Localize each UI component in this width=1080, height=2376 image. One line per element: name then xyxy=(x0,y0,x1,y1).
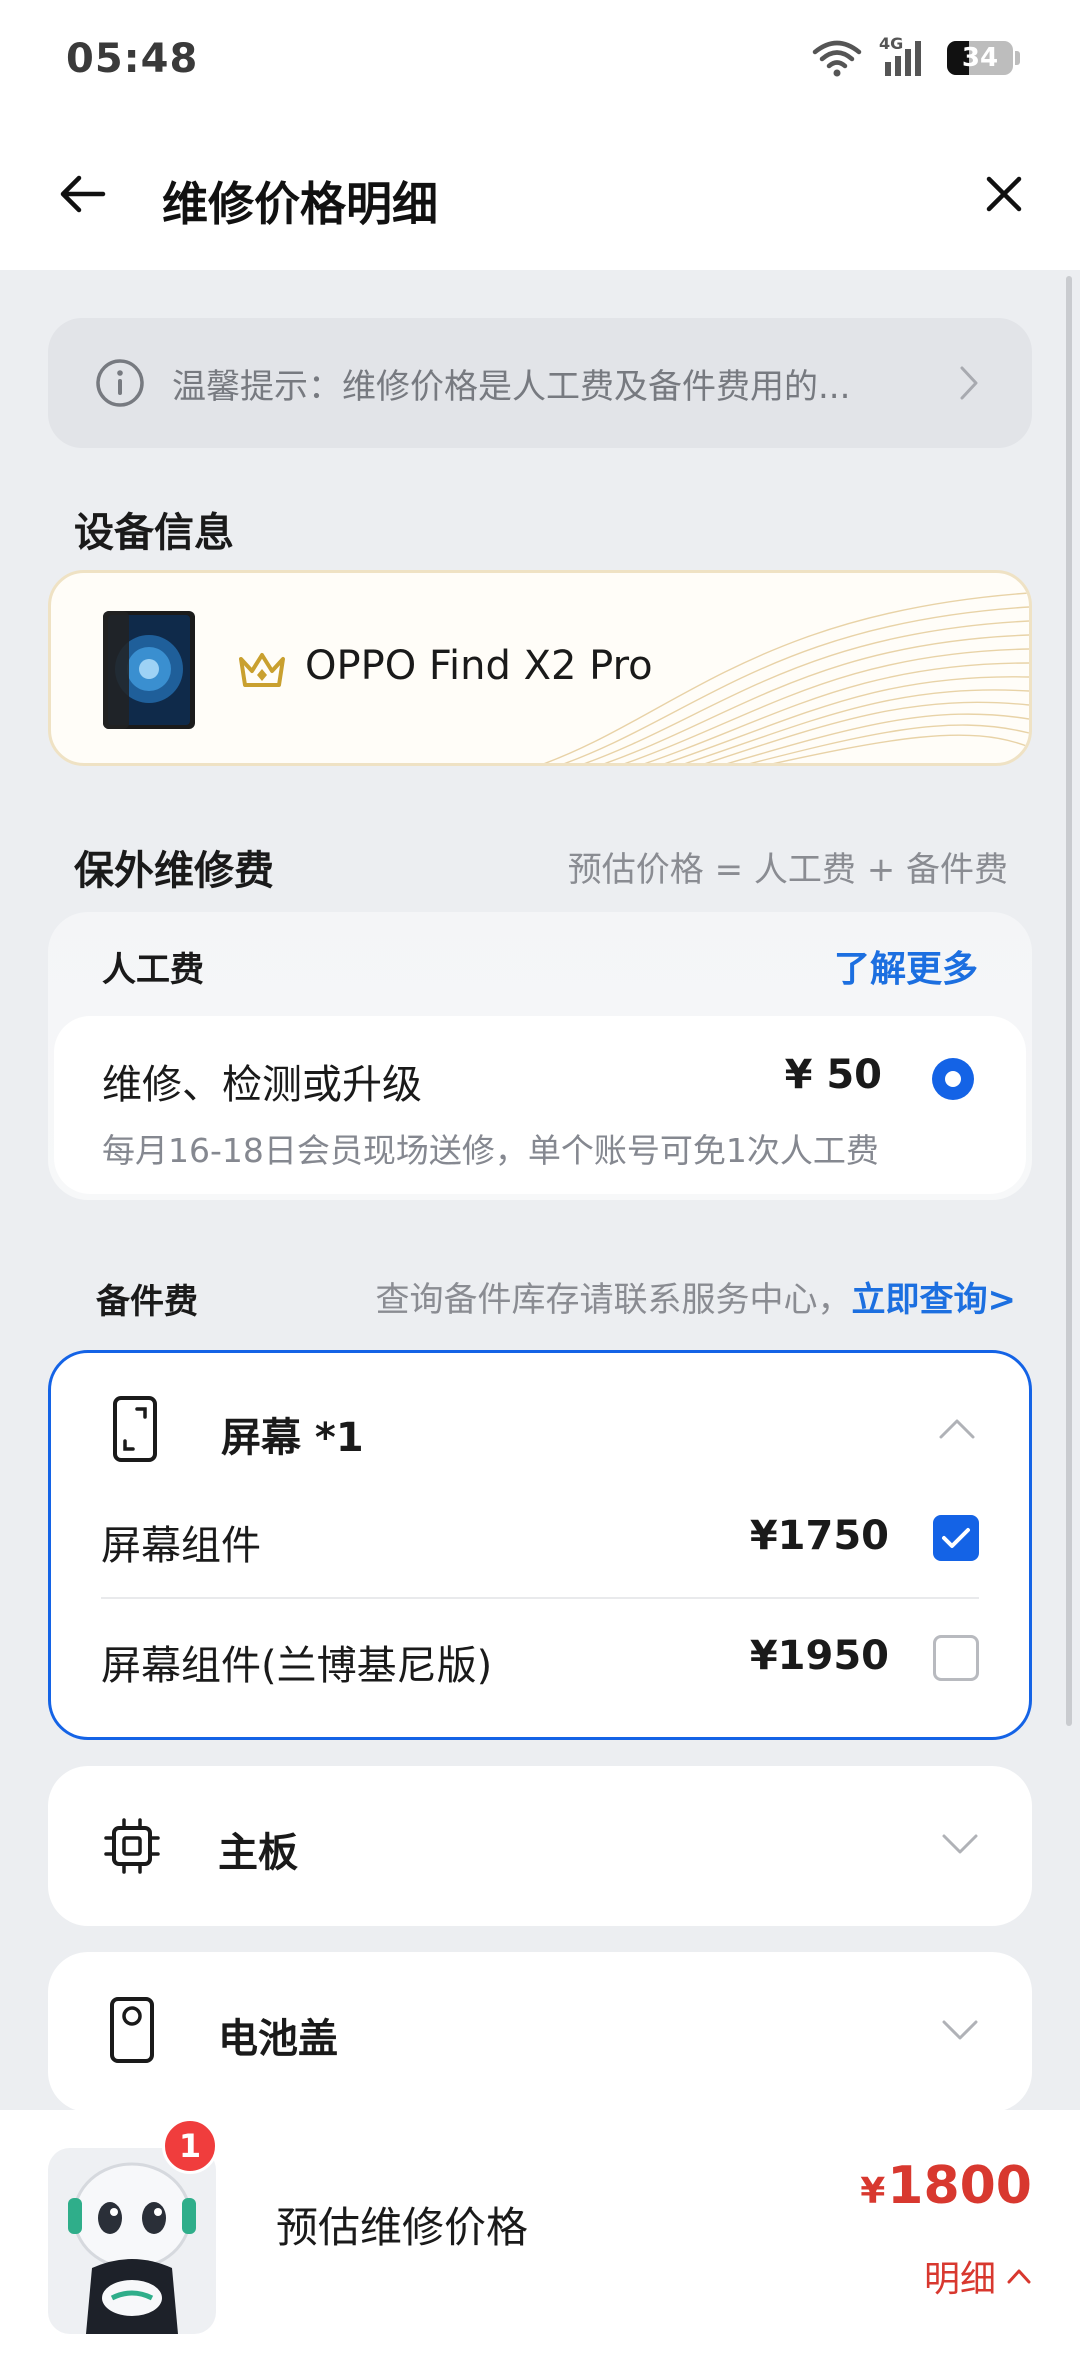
total-currency: ¥ xyxy=(860,2171,886,2212)
warranty-section-title: 保外维修费 xyxy=(74,848,274,894)
query-stock-link[interactable]: 立即查询> xyxy=(852,1280,1017,1320)
labor-option-price: ¥ 50 xyxy=(784,1052,882,1098)
device-name: OPPO Find X2 Pro xyxy=(305,643,653,689)
category-card-battery-cover[interactable]: 电池盖 xyxy=(48,1952,1032,2112)
status-time: 05:48 xyxy=(66,36,199,82)
labor-option-note: 每月16-18日会员现场送修，单个账号可免1次人工费 xyxy=(102,1131,879,1170)
status-bar: 05:48 4G 34 xyxy=(0,0,1080,118)
chevron-up-icon xyxy=(1007,2269,1031,2284)
parts-hint: 查询备件库存请联系服务中心，立即查询> xyxy=(376,1272,1017,1321)
labor-card: 人工费 了解更多 维修、检测或升级 ¥ 50 每月16-18日会员现场送修，单个… xyxy=(48,912,1032,1200)
category-title-screen: 屏幕 *1 xyxy=(221,1415,364,1461)
chevron-right-icon xyxy=(954,363,984,403)
chevron-down-icon xyxy=(942,2020,978,2040)
info-icon xyxy=(96,359,144,407)
part-price: ¥1950 xyxy=(749,1633,889,1679)
crown-icon xyxy=(239,653,285,687)
parts-label: 备件费 xyxy=(96,1282,198,1322)
notice-text: 温馨提示：维修价格是人工费及备件费用的... xyxy=(172,366,851,407)
labor-option[interactable]: 维修、检测或升级 ¥ 50 每月16-18日会员现场送修，单个账号可免1次人工费 xyxy=(54,1016,1026,1194)
part-row[interactable]: 屏幕组件(兰博基尼版) ¥1950 xyxy=(101,1625,979,1695)
category-card-screen: 屏幕 *1 屏幕组件 ¥1750 屏幕组件(兰博基尼版) ¥1950 xyxy=(48,1350,1032,1740)
battery-icon: 34 xyxy=(947,41,1013,75)
labor-radio[interactable] xyxy=(932,1058,974,1100)
labor-header: 人工费 xyxy=(102,950,204,990)
bottom-bar: 1 预估维修价格 ¥ 1800 明细 xyxy=(0,2110,1080,2376)
scrollbar[interactable] xyxy=(1066,276,1072,1726)
detail-label: 明细 xyxy=(923,2259,996,2300)
total-amount: 1800 xyxy=(887,2156,1032,2216)
notice-banner[interactable]: 温馨提示：维修价格是人工费及备件费用的... xyxy=(48,318,1032,448)
check-icon xyxy=(942,1528,970,1548)
chevron-down-icon xyxy=(942,1834,978,1854)
device-card[interactable]: OPPO Find X2 Pro xyxy=(48,570,1032,766)
parts-hint-text: 查询备件库存请联系服务中心， xyxy=(375,1280,852,1320)
back-button[interactable] xyxy=(48,160,116,228)
learn-more-link[interactable]: 了解更多 xyxy=(834,940,978,992)
battery-cover-icon xyxy=(110,1997,154,2063)
part-name: 屏幕组件(兰博基尼版) xyxy=(101,1643,493,1689)
device-section-title: 设备信息 xyxy=(74,510,234,556)
cell-signal-icon: 4G xyxy=(879,34,931,78)
part-name: 屏幕组件 xyxy=(101,1523,261,1569)
close-icon xyxy=(986,176,1022,212)
price-formula: 预估价格 = 人工费 + 备件费 xyxy=(567,850,1008,890)
notification-badge: 1 xyxy=(162,2118,218,2174)
category-card-mainboard[interactable]: 主板 xyxy=(48,1766,1032,1926)
estimate-label: 预估维修价格 xyxy=(276,2203,529,2252)
part-checkbox[interactable] xyxy=(933,1515,979,1561)
part-checkbox[interactable] xyxy=(933,1635,979,1681)
close-button[interactable] xyxy=(970,160,1038,228)
page-title: 维修价格明细 xyxy=(162,177,438,231)
wifi-icon xyxy=(812,40,862,77)
category-title-mainboard: 主板 xyxy=(218,1830,298,1876)
phone-screen-icon xyxy=(113,1396,157,1462)
chip-icon xyxy=(104,1818,160,1874)
part-row[interactable]: 屏幕组件 ¥1750 xyxy=(101,1505,979,1575)
total-price: ¥ 1800 xyxy=(860,2156,1032,2216)
part-price: ¥1750 xyxy=(749,1513,889,1559)
battery-level: 34 xyxy=(961,43,999,73)
device-image xyxy=(103,611,195,729)
divider xyxy=(101,1597,979,1599)
chevron-up-icon xyxy=(939,1419,975,1439)
status-icons: 4G 34 xyxy=(811,34,1020,80)
category-header-screen[interactable]: 屏幕 *1 xyxy=(51,1353,1029,1503)
arrow-left-icon xyxy=(60,175,106,213)
detail-toggle[interactable]: 明细 xyxy=(924,2250,1032,2302)
labor-option-name: 维修、检测或升级 xyxy=(102,1062,422,1108)
category-title-battery-cover: 电池盖 xyxy=(218,2016,338,2062)
page-header: 维修价格明细 xyxy=(0,118,1080,270)
